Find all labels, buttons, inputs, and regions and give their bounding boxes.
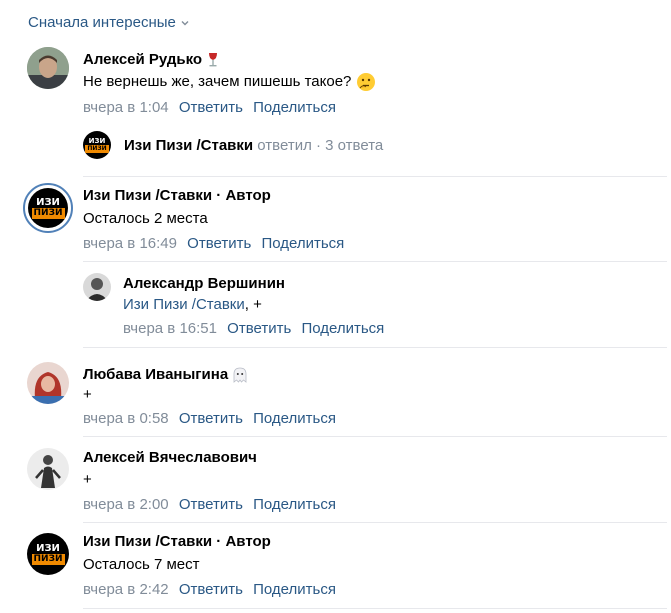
- avatar[interactable]: ИЗИ ПИЗИ: [27, 533, 69, 575]
- comment-author-name[interactable]: Алексей Рудько: [83, 51, 220, 68]
- comment-time[interactable]: вчера в 0:58: [83, 410, 169, 427]
- comment-meta: вчера в 1:04 Ответить Поделиться: [83, 99, 336, 116]
- comment-text: +: [83, 386, 92, 403]
- logo-text: ПИЗИ: [31, 553, 65, 565]
- comment-author-name[interactable]: Алексей Вячеславович: [83, 449, 257, 466]
- logo-text: ПИЗИ: [31, 207, 65, 219]
- share-button[interactable]: Поделиться: [253, 581, 336, 598]
- comment-text: Осталось 2 места: [83, 210, 208, 227]
- comment-meta: вчера в 0:58 Ответить Поделиться: [83, 410, 336, 427]
- divider: [83, 176, 667, 177]
- share-button[interactable]: Поделиться: [261, 235, 344, 252]
- avatar[interactable]: [27, 47, 69, 89]
- comment-time[interactable]: вчера в 2:42: [83, 581, 169, 598]
- share-button[interactable]: Поделиться: [253, 496, 336, 513]
- divider: [83, 608, 667, 609]
- divider: [83, 261, 667, 262]
- author-badge: · Автор: [216, 533, 271, 550]
- comment-time[interactable]: вчера в 16:51: [123, 320, 217, 337]
- comment-author-name[interactable]: Изи Пизи /Ставки · Автор: [83, 187, 271, 204]
- chevron-down-icon: [181, 20, 189, 25]
- divider: [83, 522, 667, 523]
- comment-time[interactable]: вчера в 16:49: [83, 235, 177, 252]
- share-button[interactable]: Поделиться: [253, 99, 336, 116]
- avatar[interactable]: [27, 362, 69, 404]
- comment-time[interactable]: вчера в 1:04: [83, 99, 169, 116]
- comment-text: Изи Пизи /Ставки, +: [123, 296, 262, 313]
- comment-meta: вчера в 2:42 Ответить Поделиться: [83, 581, 336, 598]
- avatar[interactable]: [27, 448, 69, 490]
- thread-replied-label: ответил: [257, 137, 312, 154]
- comment-author-name[interactable]: Изи Пизи /Ставки · Автор: [83, 533, 271, 550]
- reply-button[interactable]: Ответить: [179, 99, 243, 116]
- share-button[interactable]: Поделиться: [301, 320, 384, 337]
- reply-button[interactable]: Ответить: [179, 581, 243, 598]
- divider: [83, 347, 667, 348]
- thread-reply-count[interactable]: · 3 ответа: [316, 137, 383, 154]
- sort-label: Сначала интересные: [28, 14, 176, 31]
- wine-glass-icon: [209, 53, 218, 67]
- sort-dropdown[interactable]: Сначала интересные: [28, 14, 190, 31]
- comment-time[interactable]: вчера в 2:00: [83, 496, 169, 513]
- reply-button[interactable]: Ответить: [179, 496, 243, 513]
- logo-text: ИЗИ: [36, 542, 60, 554]
- share-button[interactable]: Поделиться: [253, 410, 336, 427]
- logo-text: ИЗИ: [88, 136, 106, 145]
- avatar[interactable]: ИЗИ ПИЗИ: [23, 183, 73, 233]
- mention-link[interactable]: Изи Пизи /Ставки: [123, 296, 245, 313]
- comment-meta: вчера в 16:49 Ответить Поделиться: [83, 235, 344, 252]
- thread-author-name[interactable]: Изи Пизи /Ставки: [124, 137, 253, 154]
- comment-text: Не вернешь же, зачем пишешь такое?: [83, 72, 376, 92]
- reply-button[interactable]: Ответить: [179, 410, 243, 427]
- comment-meta: вчера в 2:00 Ответить Поделиться: [83, 496, 336, 513]
- reply-button[interactable]: Ответить: [187, 235, 251, 252]
- logo-text: ПИЗИ: [85, 144, 109, 153]
- comment-text: Осталось 7 мест: [83, 556, 200, 573]
- avatar[interactable]: [83, 273, 111, 301]
- comment-author-name[interactable]: Любава Иваныгина: [83, 366, 248, 383]
- comment-author-name[interactable]: Александр Вершинин: [123, 275, 285, 292]
- comment-text: +: [83, 471, 92, 488]
- comment-meta: вчера в 16:51 Ответить Поделиться: [123, 320, 384, 337]
- author-badge: · Автор: [216, 187, 271, 204]
- reply-button[interactable]: Ответить: [227, 320, 291, 337]
- avatar[interactable]: ИЗИ ПИЗИ: [83, 131, 111, 159]
- thinking-face-icon: [356, 73, 375, 91]
- logo-text: ИЗИ: [36, 196, 60, 208]
- divider: [83, 436, 667, 437]
- ghost-icon: [233, 367, 247, 383]
- thread-summary[interactable]: Изи Пизи /Ставки ответил · 3 ответа: [124, 137, 383, 154]
